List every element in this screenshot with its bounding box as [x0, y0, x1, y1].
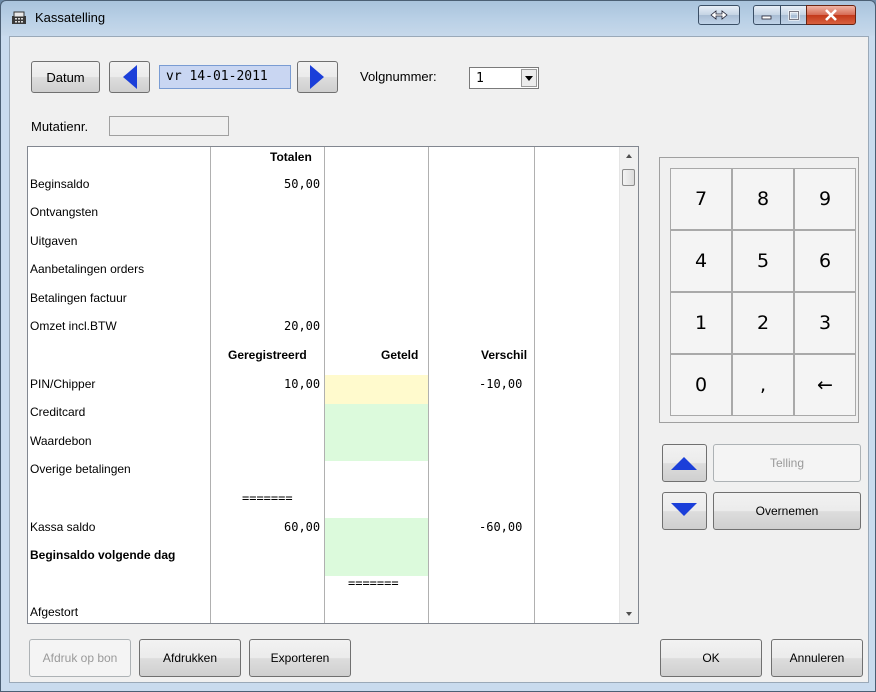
close-icon	[825, 9, 837, 21]
payment-registered: 10,00	[284, 377, 321, 391]
payment-label: Waardebon	[30, 434, 92, 448]
grid-column-divider	[534, 147, 535, 623]
move-up-button[interactable]	[662, 444, 707, 482]
close-button[interactable]	[806, 5, 856, 25]
afdruk-op-bon-button[interactable]: Afdruk op bon	[29, 639, 131, 677]
cash-register-icon	[12, 11, 26, 24]
key-1[interactable]: 1	[670, 292, 732, 354]
geteld-input-cells[interactable]	[325, 404, 428, 461]
overnemen-button[interactable]: Overnemen	[713, 492, 861, 530]
grid-scrollbar[interactable]	[619, 147, 638, 623]
mutatienr-field	[109, 116, 229, 136]
key-7[interactable]: 7	[670, 168, 732, 230]
payment-label: PIN/Chipper	[30, 377, 96, 391]
beginsaldo-volgende-label: Beginsaldo volgende dag	[30, 548, 176, 562]
telling-button[interactable]: Telling	[713, 444, 861, 482]
row-value: 20,00	[284, 319, 321, 333]
previous-date-button[interactable]	[109, 61, 150, 93]
grid-column-divider	[428, 147, 429, 623]
key-5[interactable]: 5	[732, 230, 794, 292]
volgnummer-label: Volgnummer:	[360, 69, 437, 84]
key-comma[interactable]: ,	[732, 354, 794, 416]
kassa-geteld-cells[interactable]	[325, 518, 428, 576]
date-field[interactable]: vr 14-01-2011	[159, 65, 291, 89]
title-bar[interactable]: Kassatelling	[1, 1, 875, 35]
arrow-right-icon	[310, 65, 324, 89]
row-value: 50,00	[284, 177, 321, 191]
window-title: Kassatelling	[35, 10, 106, 25]
move-down-button[interactable]	[662, 492, 707, 530]
mutatienr-label: Mutatienr.	[31, 119, 89, 134]
key-2[interactable]: 2	[732, 292, 794, 354]
header-geregistreerd: Geregistreerd	[228, 348, 307, 362]
key-3[interactable]: 3	[794, 292, 856, 354]
ok-button[interactable]: OK	[660, 639, 762, 677]
row-label: Omzet incl.BTW	[30, 319, 117, 333]
row-label: Uitgaven	[30, 234, 78, 248]
kassa-saldo-difference: -60,00	[479, 520, 523, 534]
minimize-button[interactable]	[753, 5, 781, 25]
triangle-down-icon	[671, 503, 697, 516]
key-0[interactable]: 0	[670, 354, 732, 416]
minimize-icon	[761, 15, 772, 20]
afgestort-label: Afgestort	[30, 605, 79, 619]
key-8[interactable]: 8	[732, 168, 794, 230]
key-6[interactable]: 6	[794, 230, 856, 292]
pin-geteld-cell[interactable]	[325, 375, 428, 404]
payment-label: Overige betalingen	[30, 462, 131, 476]
scroll-down-icon[interactable]	[620, 607, 638, 621]
resize-arrows-icon	[710, 10, 728, 20]
key-4[interactable]: 4	[670, 230, 732, 292]
resize-button[interactable]	[698, 5, 740, 25]
sum-separator-2: =======	[348, 576, 399, 590]
header-totalen: Totalen	[270, 150, 312, 164]
volgnummer-dropdown-button[interactable]	[521, 69, 537, 87]
kassatelling-window: Kassatelling Datum vr 14-01-2011 Volgnum…	[0, 0, 876, 692]
volgnummer-value: 1	[476, 71, 484, 86]
annuleren-button[interactable]: Annuleren	[771, 639, 863, 677]
sum-separator: =======	[242, 491, 293, 505]
kassa-saldo-label: Kassa saldo	[30, 520, 96, 534]
maximize-button[interactable]	[780, 5, 807, 25]
header-geteld: Geteld	[381, 348, 419, 362]
scroll-up-icon[interactable]	[620, 149, 638, 163]
maximize-icon	[787, 9, 800, 21]
datum-button[interactable]: Datum	[31, 61, 100, 93]
payment-label: Creditcard	[30, 405, 86, 419]
row-label: Beginsaldo	[30, 177, 90, 191]
afdrukken-button[interactable]: Afdrukken	[139, 639, 241, 677]
triangle-up-icon	[671, 457, 697, 470]
row-label: Aanbetalingen orders	[30, 262, 145, 276]
kassa-saldo-registered: 60,00	[284, 520, 321, 534]
dialog-client-area: Datum vr 14-01-2011 Volgnummer: 1 Mutati…	[9, 36, 869, 683]
grid-column-divider	[210, 147, 211, 623]
arrow-left-icon	[123, 65, 137, 89]
volgnummer-select[interactable]: 1	[469, 67, 539, 89]
key-backspace[interactable]: ←	[794, 354, 856, 416]
exporteren-button[interactable]: Exporteren	[249, 639, 351, 677]
numeric-keypad: 7 8 9 4 5 6 1 2 3 0 , ←	[659, 157, 859, 423]
row-label: Ontvangsten	[30, 205, 99, 219]
key-9[interactable]: 9	[794, 168, 856, 230]
payment-difference: -10,00	[479, 377, 523, 391]
kassa-grid[interactable]: Totalen Beginsaldo 50,00 Ontvangsten Uit…	[27, 146, 639, 624]
header-verschil: Verschil	[481, 348, 528, 362]
row-label: Betalingen factuur	[30, 291, 127, 305]
chevron-down-icon	[525, 76, 533, 81]
next-date-button[interactable]	[297, 61, 338, 93]
scroll-thumb[interactable]	[622, 169, 635, 186]
